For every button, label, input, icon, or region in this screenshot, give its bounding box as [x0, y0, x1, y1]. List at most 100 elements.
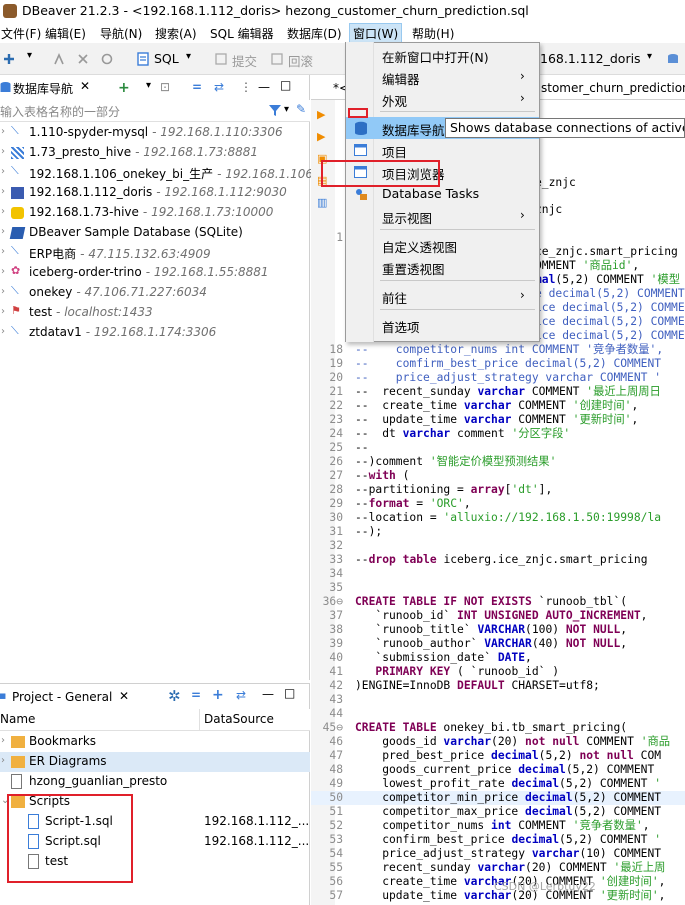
connection-row[interactable]: › DBeaver Sample Database (SQLite): [0, 223, 310, 243]
project-row[interactable]: › Bookmarks: [0, 732, 310, 752]
expand-icon[interactable]: ›: [1, 226, 5, 237]
commit-icon[interactable]: [214, 52, 228, 66]
menu-item-reset-perspective[interactable]: 重置透视图: [346, 256, 539, 278]
tab-database-navigator[interactable]: 数据库导航 ✕: [0, 77, 100, 99]
outline-icon[interactable]: ▥: [317, 196, 327, 209]
navigator-filter[interactable]: 输入表格名称的一部分 ▾ ✎: [0, 100, 310, 122]
collapse-all-icon[interactable]: =: [192, 80, 202, 94]
expand-icon[interactable]: ›: [1, 206, 5, 217]
code-line: 29 --format = 'ORC',: [329, 497, 471, 510]
menu-search[interactable]: 搜索(A): [152, 24, 200, 43]
connection-row[interactable]: › ⟍ onekey - 47.106.71.227:6034: [0, 283, 310, 303]
new-connection-icon[interactable]: +: [118, 80, 130, 96]
maximize-icon[interactable]: □: [284, 686, 295, 700]
expand-icon[interactable]: ›: [1, 146, 5, 157]
code-line: 39 `runoob_author` VARCHAR(40) NOT NULL,: [329, 637, 628, 650]
disconnect-icon[interactable]: [76, 52, 90, 66]
connection-row[interactable]: › ⟍ ERP电商 - 47.115.132.63:4909: [0, 243, 310, 263]
expand-icon[interactable]: ›: [1, 126, 5, 137]
column-datasource-header[interactable]: DataSource: [204, 712, 274, 726]
rollback-icon[interactable]: [270, 52, 284, 66]
execute-script-icon[interactable]: ▶: [317, 130, 325, 143]
file-icon: [11, 774, 22, 789]
menu-item-show-view[interactable]: 显示视图 ›: [346, 205, 539, 227]
expand-icon[interactable]: ›: [1, 306, 5, 317]
menu-sql-editor[interactable]: SQL 编辑器: [207, 24, 277, 43]
active-connection[interactable]: 168.1.112_doris: [540, 51, 641, 66]
minimize-icon[interactable]: —: [262, 687, 274, 701]
menu-item-project[interactable]: 项目: [346, 139, 539, 161]
menu-help[interactable]: 帮助(H): [409, 24, 457, 43]
database-icon[interactable]: [666, 52, 680, 66]
column-name-header[interactable]: Name: [0, 712, 35, 726]
connection-row[interactable]: › ✿ iceberg-order-trino - 192.168.1.55:8881: [0, 263, 310, 283]
menu-item-editor[interactable]: 编辑器 ›: [346, 66, 539, 88]
chevron-down-icon[interactable]: ▾: [284, 104, 289, 115]
menu-item-navigation[interactable]: 前往 ›: [346, 285, 539, 307]
expand-icon[interactable]: ›: [1, 186, 5, 197]
maximize-icon[interactable]: □: [280, 78, 291, 92]
code-line: 45⊖ CREATE TABLE onekey_bi.tb_smart_prici…: [322, 721, 628, 734]
connect-icon[interactable]: [52, 52, 66, 66]
chevron-down-icon[interactable]: ▾: [146, 80, 151, 91]
connection-name: iceberg-order-trino: [29, 265, 142, 279]
clear-filter-icon[interactable]: ✎: [296, 102, 306, 116]
er-diagram-folder-icon: [11, 756, 25, 768]
connection-row[interactable]: › ⟍ 192.168.1.106_onekey_bi_生产 - 192.168.1.…: [0, 163, 325, 183]
new-folder-icon[interactable]: ⊡: [160, 80, 170, 94]
menu-file[interactable]: 文件(F): [0, 24, 44, 43]
settings-icon[interactable]: ✲: [168, 687, 181, 705]
connection-row[interactable]: › 1.73_presto_hive - 192.168.1.73:8881: [0, 143, 310, 163]
project-row[interactable]: › ER Diagrams: [0, 752, 310, 772]
menu-item-appearance[interactable]: 外观 ›: [346, 88, 539, 110]
connection-row[interactable]: › ⚑ test - localhost:1433: [0, 303, 310, 323]
chevron-down-icon[interactable]: ▾: [186, 51, 191, 62]
execute-icon[interactable]: ▶: [317, 108, 325, 121]
expand-icon[interactable]: ›: [1, 326, 5, 337]
invalidate-icon[interactable]: [100, 52, 114, 66]
expand-icon[interactable]: ›: [1, 166, 5, 177]
code-line: 55 recent_sunday varchar(20) COMMENT '最近…: [329, 861, 666, 874]
menu-item-open-new-window[interactable]: 在新窗口中打开(N): [346, 44, 539, 66]
menu-window[interactable]: 窗口(W): [349, 23, 403, 44]
expand-icon[interactable]: ›: [1, 286, 5, 297]
code-line: 33 --drop table iceberg.ice_znjc.smart_pr…: [329, 553, 648, 566]
tab-project-general[interactable]: ▪ Project - General ✕ ✲ = + ⇄ — □: [0, 686, 310, 708]
filter-icon[interactable]: [268, 104, 282, 117]
menu-database[interactable]: 数据库(D): [284, 24, 345, 43]
connection-row[interactable]: › ⟍ ztdatav1- 192.168.1.174:3306: [0, 323, 310, 343]
add-icon[interactable]: +: [212, 687, 224, 703]
filter-input[interactable]: 输入表格名称的一部分: [0, 103, 120, 120]
sql-editor-icon[interactable]: [136, 52, 150, 66]
connection-address: - 192.168.1.174:3306: [85, 325, 217, 339]
connection-row[interactable]: › 192.168.1.112_doris - 192.168.1.112:9030: [0, 183, 310, 203]
code-line: 43: [329, 693, 343, 706]
link-editor-icon[interactable]: ⇄: [236, 688, 246, 702]
connection-row[interactable]: › 192.168.1.73-hive - 192.168.1.73:10000: [0, 203, 310, 223]
connection-row[interactable]: › ⟍ 1.110-spyder-mysql - 192.168.1.110:3306: [0, 123, 310, 143]
sql-button[interactable]: SQL: [154, 51, 179, 66]
menu-item-customize-perspective[interactable]: 自定义透视图: [346, 234, 539, 256]
project-icon: ▪: [0, 689, 7, 702]
commit-button[interactable]: 提交: [232, 51, 257, 70]
project-row[interactable]: hzong_guanlian_presto: [0, 772, 310, 792]
view-menu-icon[interactable]: ⋮: [240, 80, 252, 94]
new-connection-icon[interactable]: [2, 52, 16, 66]
chevron-down-icon[interactable]: ▾: [647, 51, 652, 62]
sqlite-icon: [9, 227, 26, 239]
expand-icon[interactable]: ›: [1, 755, 5, 766]
menu-navigate[interactable]: 导航(N): [97, 24, 145, 43]
expand-icon[interactable]: ›: [1, 735, 5, 746]
expand-icon[interactable]: ›: [1, 246, 5, 257]
close-icon[interactable]: ✕: [119, 689, 129, 703]
minimize-icon[interactable]: —: [258, 80, 270, 94]
menu-edit[interactable]: 编辑(E): [42, 24, 89, 43]
expand-icon[interactable]: ›: [1, 266, 5, 277]
chevron-down-icon[interactable]: ▾: [27, 50, 32, 61]
collapse-all-icon[interactable]: =: [191, 688, 201, 702]
rollback-button[interactable]: 回滚: [288, 51, 313, 70]
editor-tab-title[interactable]: stomer_churn_prediction.s: [541, 81, 685, 95]
menu-item-preferences[interactable]: 首选项: [346, 314, 539, 336]
link-editor-icon[interactable]: ⇄: [214, 80, 224, 94]
close-icon[interactable]: ✕: [80, 79, 90, 93]
